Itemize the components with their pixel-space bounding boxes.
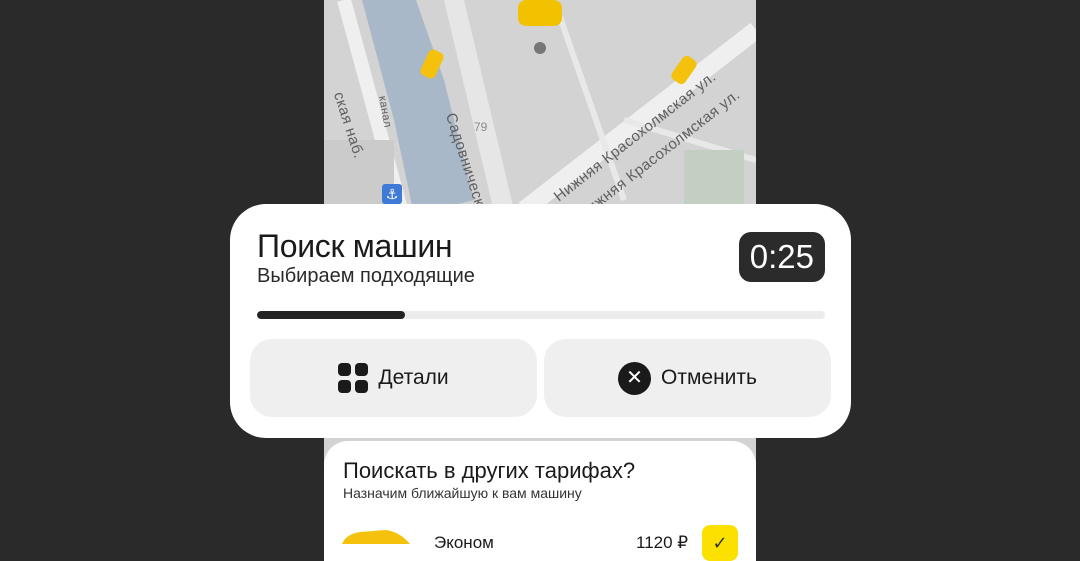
tariffs-sheet: Поискать в других тарифах? Назначим ближ… [324, 441, 756, 561]
close-icon: ✕ [618, 361, 652, 395]
tariff-price: 1120 ₽ [636, 533, 689, 552]
tariffs-subtitle: Назначим ближайшую к вам машину [343, 485, 582, 501]
search-card: Поиск машин Выбираем подходящие 0:25 Дет… [230, 204, 851, 438]
car-icon [342, 530, 410, 544]
grid-icon [338, 363, 369, 393]
search-timer: 0:25 [738, 232, 825, 282]
cancel-button[interactable]: ✕ Отменить [544, 339, 831, 417]
details-button[interactable]: Детали [250, 339, 537, 417]
checkmark-icon[interactable]: ✓ [702, 525, 738, 561]
search-title: Поиск машин [257, 228, 453, 264]
tariff-name[interactable]: Эконом [434, 533, 494, 553]
anchor-icon[interactable]: ⚓ [382, 184, 402, 204]
search-progress-fill [257, 311, 405, 319]
details-button-label: Детали [378, 366, 449, 389]
search-progress-bar [257, 311, 825, 319]
cancel-button-label: Отменить [661, 366, 757, 389]
tariffs-title: Поискать в других тарифах? [343, 458, 636, 483]
house-number: 79 [474, 120, 488, 134]
search-subtitle: Выбираем подходящие [257, 265, 475, 287]
